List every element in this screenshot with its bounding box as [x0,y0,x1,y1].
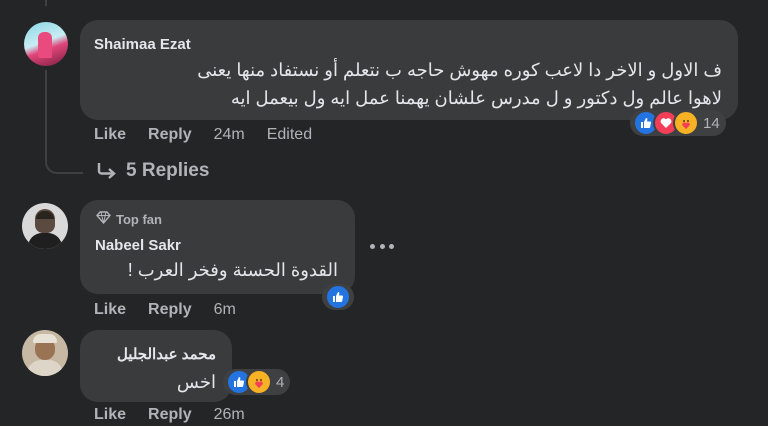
reaction-count: 4 [276,373,285,391]
top-fan-badge[interactable]: Top fan [96,211,162,227]
top-fan-label: Top fan [116,211,162,227]
comment-timestamp[interactable]: 24m [214,126,245,143]
comment-author[interactable]: Shaimaa Ezat [94,36,191,53]
care-icon [246,369,272,395]
view-replies-link[interactable]: 5 Replies [96,160,209,182]
comment-author[interactable]: Nabeel Sakr [95,237,181,254]
comment-text: القدوة الحسنة وفخر العرب ! [127,260,338,280]
view-replies-label: 5 Replies [126,160,210,181]
comment-timestamp[interactable]: 6m [214,301,236,318]
reaction-summary[interactable]: 4 [223,369,291,395]
avatar[interactable] [24,22,68,66]
like-button[interactable]: Like [94,126,126,143]
comment-author[interactable]: محمد عبدالجليل [94,345,216,363]
reaction-summary[interactable] [322,284,354,310]
like-icon [325,284,351,310]
like-button[interactable]: Like [94,301,126,318]
comment-actions: Like Reply 24m Edited [94,126,334,144]
top-cutoff-line [45,0,47,6]
comment-text: اخس [176,372,216,392]
comment-timestamp[interactable]: 26m [214,406,245,423]
comment-text-line: لاهوا عالم ول دكتور و ل مدرس علشان يهمنا… [230,88,722,108]
thread-connector-line [45,70,83,174]
reply-button[interactable]: Reply [148,301,192,318]
comment-actions: Like Reply 6m [94,301,258,319]
diamond-icon [96,211,111,227]
comment-actions: Like Reply 26m [94,406,267,424]
more-options-icon[interactable] [370,236,394,256]
edited-label: Edited [266,126,313,143]
like-button[interactable]: Like [94,406,126,423]
avatar[interactable] [22,203,68,249]
reaction-count: 14 [703,114,720,132]
avatar[interactable] [22,330,68,376]
reply-arrow-icon [96,161,118,181]
comment-text-line: ف الاول و الاخر دا لاعب كوره مهوش حاجه ب… [197,60,722,80]
care-icon [673,110,699,136]
reply-button[interactable]: Reply [148,126,192,143]
reaction-summary[interactable]: 14 [630,110,726,136]
reply-button[interactable]: Reply [148,406,192,423]
